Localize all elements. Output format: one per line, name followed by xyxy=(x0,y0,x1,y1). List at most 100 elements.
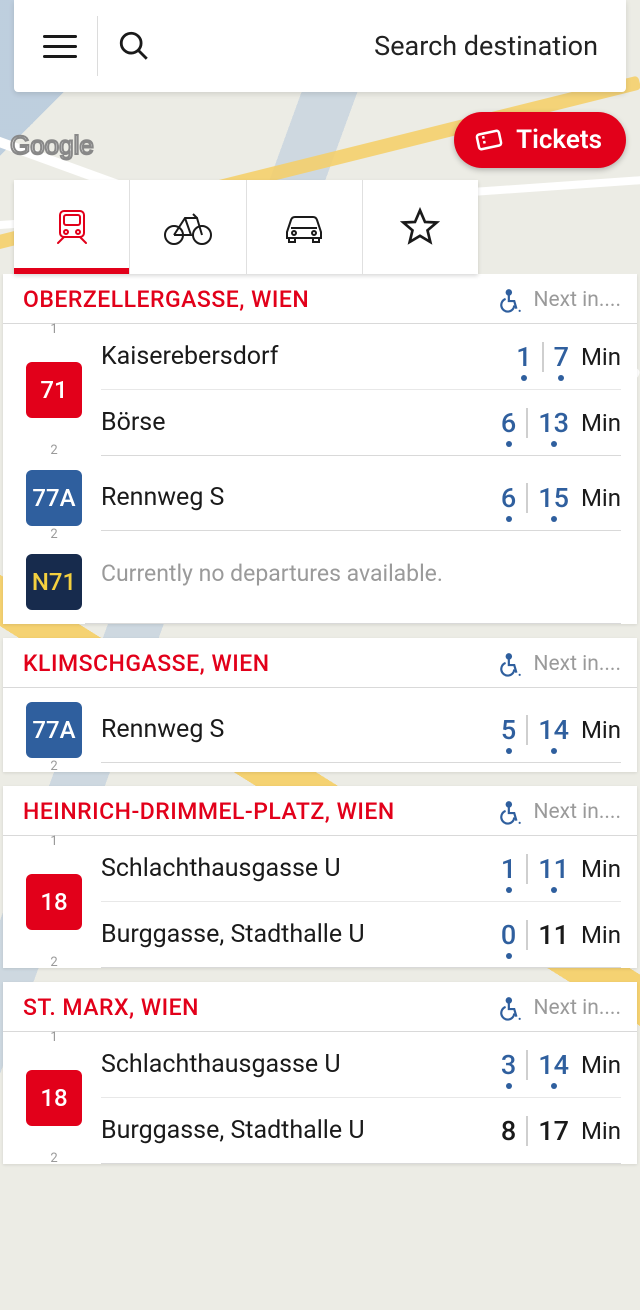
tickets-label: Tickets xyxy=(516,125,602,155)
departure-times: 8 17 Min xyxy=(497,1115,621,1147)
destination-name: Börse xyxy=(101,408,497,437)
destinations-column: Schlachthausgasse U 3 14 Min Burggasse, … xyxy=(85,1032,621,1164)
time-1: 8 xyxy=(497,1115,520,1147)
line-badge: N71 xyxy=(26,554,82,610)
ticket-icon xyxy=(474,125,504,155)
platform-number: 2 xyxy=(50,1151,57,1166)
destination-name: Rennweg S xyxy=(101,483,497,512)
platform-number: 1 xyxy=(50,1030,57,1045)
time-2: 17 xyxy=(534,1115,573,1147)
bike-icon xyxy=(163,208,213,246)
line-row[interactable]: 77A2Rennweg S 6 15 Min xyxy=(3,456,637,540)
line-row[interactable]: 77A2 Rennweg S 5 14 Min xyxy=(3,688,637,772)
station-card[interactable]: KLIMSCHGASSE, WIEN Next in.... 77A2 Rennwe… xyxy=(3,638,637,772)
time-2: 15 xyxy=(534,482,573,514)
tickets-button[interactable]: Tickets xyxy=(454,112,626,168)
destination-row[interactable]: Kaiserebersdorf 1 7 Min xyxy=(101,324,621,390)
line-row[interactable]: 1 18 2 Schlachthausgasse U 3 14 Min Burggas… xyxy=(3,1032,637,1164)
station-header[interactable]: OBERZELLERGASSE, WIEN Next in.... xyxy=(3,274,637,324)
min-label: Min xyxy=(581,484,621,512)
tab-transit[interactable] xyxy=(14,180,130,274)
line-badge-column: N71 xyxy=(23,540,85,624)
time-2: 11 xyxy=(534,853,573,885)
map-attribution: Google xyxy=(10,130,94,161)
destinations-column: Schlachthausgasse U 1 11 Min Burggasse, … xyxy=(85,836,621,968)
tram-icon xyxy=(48,203,96,251)
destination-row[interactable]: Schlachthausgasse U 3 14 Min xyxy=(101,1032,621,1098)
destination-name: Burggasse, Stadthalle U xyxy=(101,1116,497,1145)
wheelchair-icon xyxy=(498,651,524,677)
departure-times: 1 7 Min xyxy=(512,341,621,373)
destination-row[interactable]: Schlachthausgasse U 1 11 Min xyxy=(101,836,621,902)
min-label: Min xyxy=(581,343,621,371)
tab-car[interactable] xyxy=(247,180,363,274)
line-badge: 77A xyxy=(26,702,82,758)
departure-times: 6 13 Min xyxy=(497,407,621,439)
station-name: HEINRICH-DRIMMEL-PLATZ, WIEN xyxy=(23,798,498,825)
wheelchair-icon xyxy=(498,799,524,825)
next-in-label: Next in.... xyxy=(534,800,621,824)
wheelchair-icon xyxy=(498,287,524,313)
station-header[interactable]: HEINRICH-DRIMMEL-PLATZ, WIEN Next in.... xyxy=(3,786,637,836)
destination-name: Schlachthausgasse U xyxy=(101,1050,497,1079)
menu-button[interactable] xyxy=(22,16,98,76)
search-icon[interactable] xyxy=(98,29,170,63)
line-badge: 71 xyxy=(26,362,82,418)
min-label: Min xyxy=(581,409,621,437)
time-2: 11 xyxy=(534,919,573,951)
destination-row[interactable]: Burggasse, Stadthalle U 0 11 Min xyxy=(101,902,621,968)
min-label: Min xyxy=(581,716,621,744)
destinations-column: Kaiserebersdorf 1 7 Min Börse 6 13 Min xyxy=(85,324,621,456)
departures-list[interactable]: OBERZELLERGASSE, WIEN Next in....1712Kai… xyxy=(0,274,640,1310)
departure-times: 3 14 Min xyxy=(497,1049,621,1081)
next-in-label: Next in.... xyxy=(534,652,621,676)
min-label: Min xyxy=(581,1117,621,1145)
search-bar[interactable]: Search destination xyxy=(14,0,626,92)
destination-row[interactable]: Burggasse, Stadthalle U 8 17 Min xyxy=(101,1098,621,1164)
station-name: KLIMSCHGASSE, WIEN xyxy=(23,650,498,677)
time-2: 13 xyxy=(534,407,573,439)
station-card[interactable]: HEINRICH-DRIMMEL-PLATZ, WIEN Next in....… xyxy=(3,786,637,968)
departure-times: 5 14 Min xyxy=(497,714,621,746)
platform-number: 2 xyxy=(50,759,57,774)
time-2: 7 xyxy=(550,341,573,373)
destination-row[interactable]: Rennweg S 5 14 Min xyxy=(101,697,621,763)
destinations-column: Rennweg S 6 15 Min xyxy=(85,456,621,540)
station-name: OBERZELLERGASSE, WIEN xyxy=(23,286,498,313)
wheelchair-icon xyxy=(498,995,524,1021)
time-2: 14 xyxy=(534,714,573,746)
destination-row[interactable]: Börse 6 13 Min xyxy=(101,390,621,456)
time-1: 1 xyxy=(512,341,535,373)
time-1: 0 xyxy=(497,919,520,951)
min-label: Min xyxy=(581,921,621,949)
min-label: Min xyxy=(581,1051,621,1079)
station-card[interactable]: ST. MARX, WIEN Next in....1 18 2 Schlachtha… xyxy=(3,982,637,1164)
platform-number: 2 xyxy=(50,955,57,970)
line-badge-column: 1182 xyxy=(23,836,85,968)
time-1: 6 xyxy=(497,482,520,514)
line-badge-column: 1712 xyxy=(23,324,85,456)
departure-times: 1 11 Min xyxy=(497,853,621,885)
line-badge: 18 xyxy=(26,1070,82,1126)
line-badge: 18 xyxy=(26,874,82,930)
time-1: 6 xyxy=(497,407,520,439)
star-icon xyxy=(400,207,440,247)
car-icon xyxy=(279,208,329,246)
search-placeholder: Search destination xyxy=(170,30,626,62)
departure-times: 6 15 Min xyxy=(497,482,621,514)
tab-bike[interactable] xyxy=(130,180,246,274)
next-in-label: Next in.... xyxy=(534,996,621,1020)
line-row[interactable]: N71Currently no departures available. xyxy=(3,540,637,624)
destination-name: Schlachthausgasse U xyxy=(101,854,497,883)
line-row[interactable]: 1712Kaiserebersdorf 1 7 Min Börse 6 13 M… xyxy=(3,324,637,456)
station-card[interactable]: OBERZELLERGASSE, WIEN Next in....1712Kai… xyxy=(3,274,637,624)
tab-favorites[interactable] xyxy=(363,180,478,274)
station-header[interactable]: KLIMSCHGASSE, WIEN Next in.... xyxy=(3,638,637,688)
platform-number: 1 xyxy=(50,322,57,337)
time-1: 3 xyxy=(497,1049,520,1081)
next-in-label: Next in.... xyxy=(534,288,621,312)
destination-row[interactable]: Rennweg S 6 15 Min xyxy=(101,465,621,531)
mode-tabs xyxy=(14,180,478,274)
station-header[interactable]: ST. MARX, WIEN Next in.... xyxy=(3,982,637,1032)
line-row[interactable]: 1182Schlachthausgasse U 1 11 Min Burggas… xyxy=(3,836,637,968)
